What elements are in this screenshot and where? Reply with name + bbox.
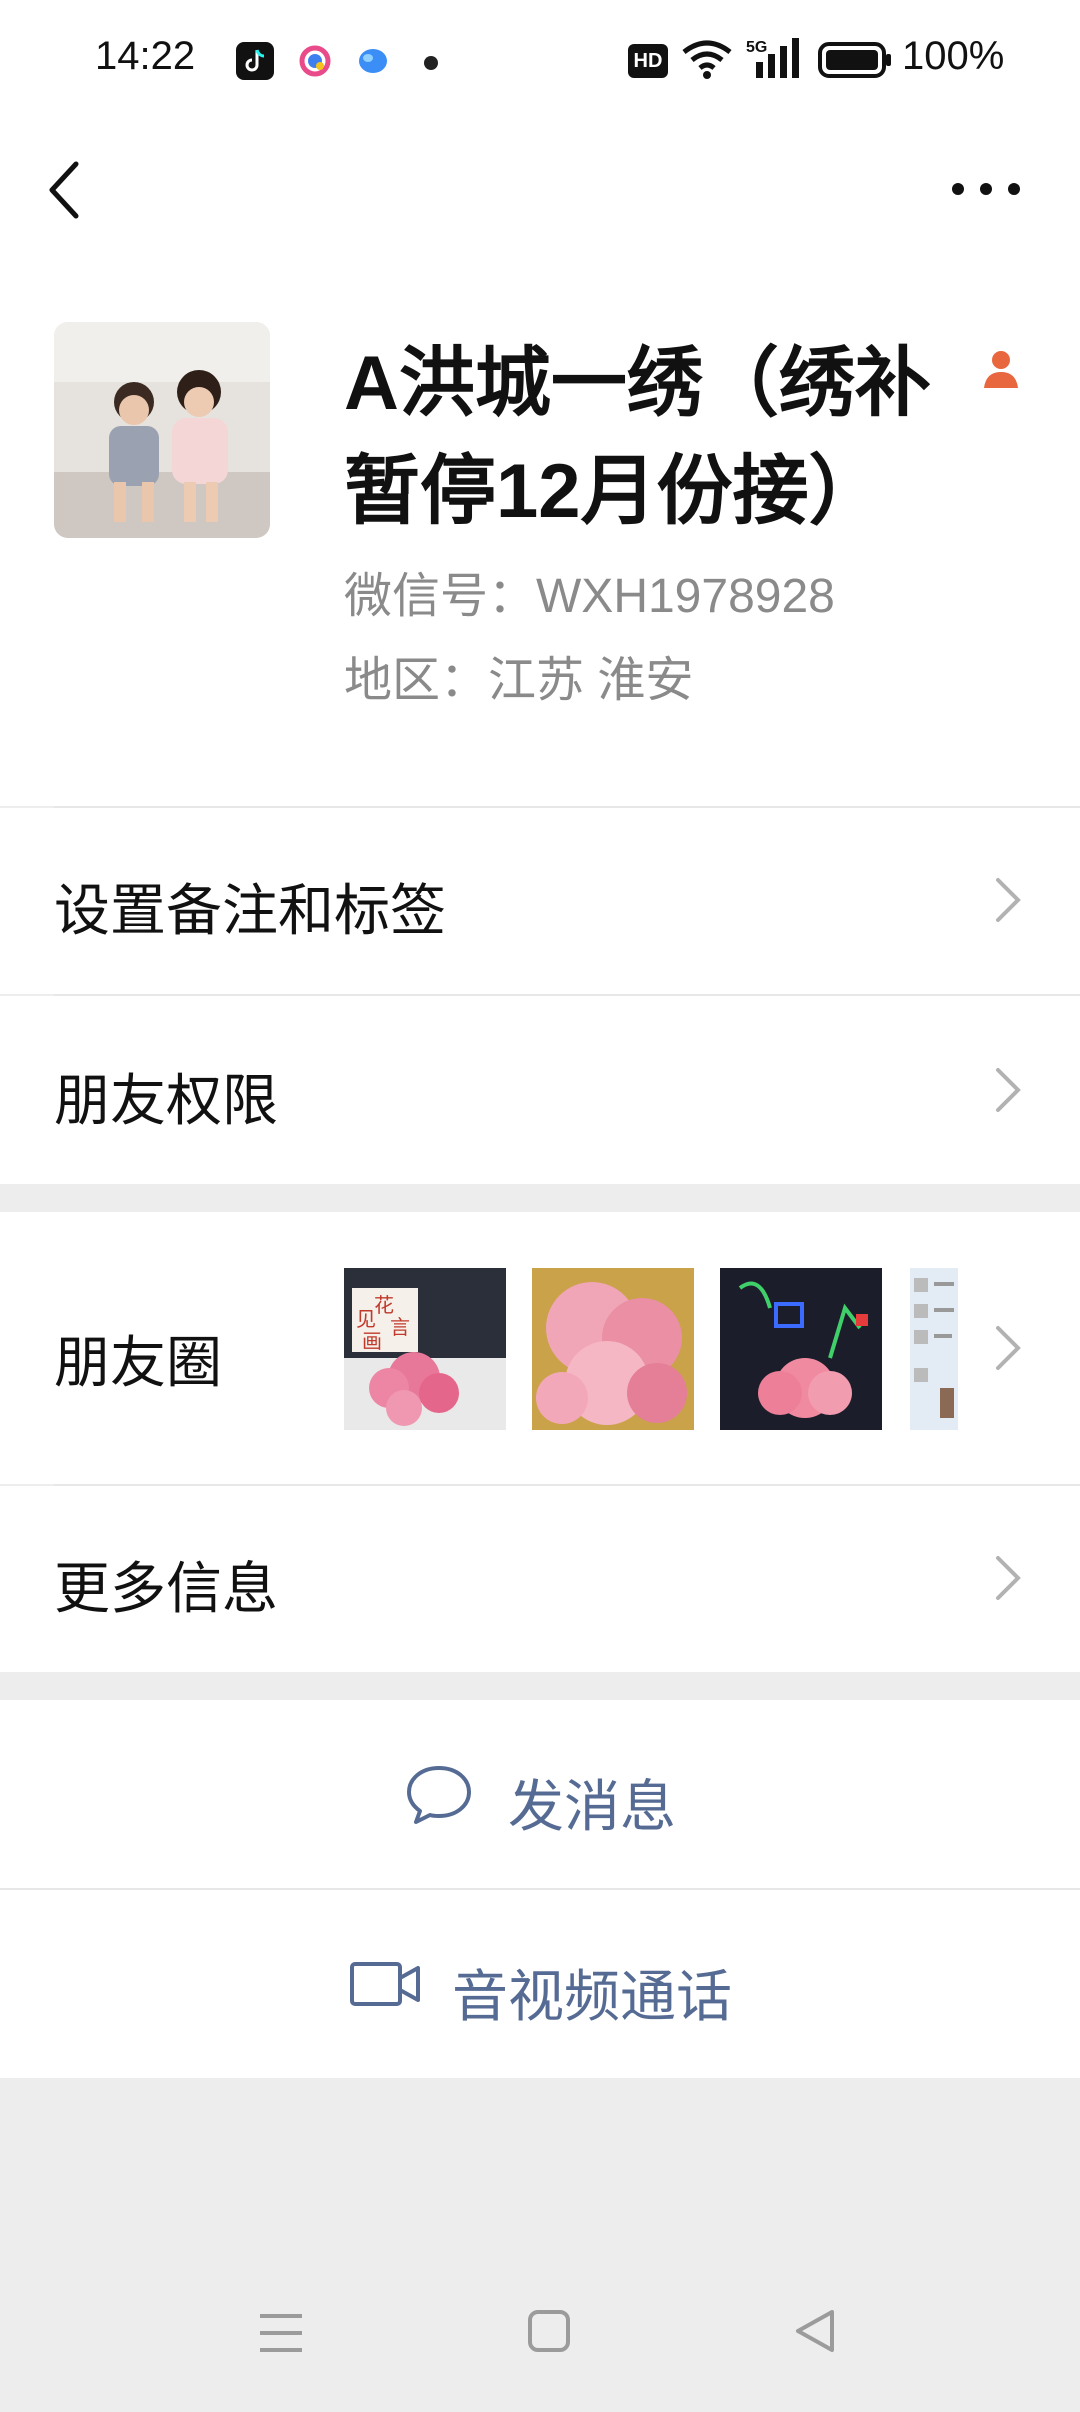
home-square-icon[interactable] bbox=[524, 2306, 574, 2356]
video-camera-icon bbox=[348, 1952, 424, 2016]
female-person-icon bbox=[978, 346, 1024, 392]
video-call-button[interactable]: 音视频通话 bbox=[0, 1890, 1080, 2078]
chevron-right-icon bbox=[978, 1060, 1038, 1120]
profile-name-line1: A洪城一绣（绣补 bbox=[344, 341, 931, 426]
chat-bubble-icon bbox=[404, 1760, 474, 1830]
app-colorful-icon bbox=[296, 42, 334, 80]
row-remark-tags[interactable]: 设置备注和标签 bbox=[0, 808, 1080, 994]
moments-thumbnail[interactable]: 花 见 言 画 bbox=[344, 1268, 506, 1430]
battery-percent: 100% bbox=[902, 34, 1005, 78]
profile-name-line2: 暂停12月份接） bbox=[344, 449, 885, 534]
send-message-label: 发消息 bbox=[508, 1775, 676, 1838]
status-time: 14:22 bbox=[95, 34, 196, 78]
row-more-info-label: 更多信息 bbox=[54, 1557, 278, 1620]
chevron-right-icon bbox=[978, 1548, 1038, 1608]
profile-name: A洪城一绣（绣补 暂停12月份接） bbox=[344, 330, 984, 546]
svg-text:言: 言 bbox=[390, 1315, 410, 1339]
row-moments-label: 朋友圈 bbox=[54, 1331, 222, 1394]
menu-icon[interactable] bbox=[256, 2308, 306, 2358]
svg-text:画: 画 bbox=[362, 1329, 382, 1353]
back-chevron-icon[interactable] bbox=[40, 150, 120, 230]
svg-text:见: 见 bbox=[356, 1307, 376, 1331]
chevron-right-icon bbox=[978, 870, 1038, 930]
more-dots-icon[interactable] bbox=[946, 164, 1026, 214]
avatar[interactable] bbox=[54, 322, 270, 538]
battery-icon bbox=[818, 40, 892, 84]
signal-5g-icon: 5G bbox=[746, 36, 804, 84]
svg-text:5G: 5G bbox=[746, 39, 767, 56]
wifi-icon bbox=[680, 38, 734, 86]
section-gap bbox=[0, 1184, 1080, 1212]
svg-text:花: 花 bbox=[374, 1293, 394, 1317]
status-bar: 14:22 HD 5G 100% bbox=[0, 0, 1080, 120]
notification-dot bbox=[424, 56, 438, 70]
moments-thumbnail[interactable] bbox=[532, 1268, 694, 1430]
row-remark-label: 设置备注和标签 bbox=[54, 879, 446, 942]
row-friend-permission[interactable]: 朋友权限 bbox=[0, 996, 1080, 1184]
section-gap bbox=[0, 1672, 1080, 1700]
video-call-label: 音视频通话 bbox=[452, 1965, 732, 2028]
region: 地区：江苏 淮安 bbox=[344, 654, 694, 707]
back-triangle-icon[interactable] bbox=[790, 2306, 840, 2356]
send-message-button[interactable]: 发消息 bbox=[0, 1700, 1080, 1888]
chevron-right-icon bbox=[978, 1318, 1038, 1378]
wechat-id: 微信号：WXH1978928 bbox=[344, 570, 835, 623]
moments-thumbnail-partial[interactable] bbox=[910, 1268, 958, 1430]
hd-icon: HD bbox=[628, 44, 668, 78]
moments-thumbnail[interactable] bbox=[720, 1268, 882, 1430]
row-more-info[interactable]: 更多信息 bbox=[0, 1486, 1080, 1672]
system-nav-bar bbox=[0, 2078, 1080, 2412]
tiktok-icon bbox=[236, 42, 274, 80]
nav-bar bbox=[0, 120, 1080, 260]
app-blue-icon bbox=[354, 42, 392, 80]
row-permission-label: 朋友权限 bbox=[54, 1069, 278, 1132]
